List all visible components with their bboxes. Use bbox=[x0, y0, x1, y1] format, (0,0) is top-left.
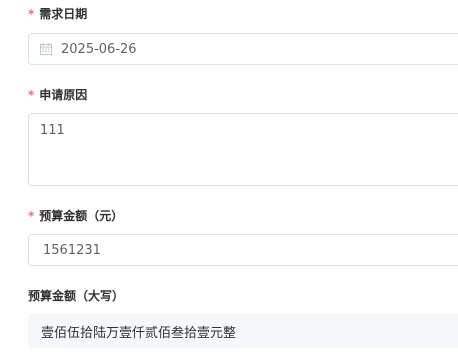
calendar-icon bbox=[40, 43, 52, 55]
required-mark: * bbox=[28, 209, 35, 223]
budget-amount-upper-field: 壹佰伍拾陆万壹仟贰佰叁拾壹元整 bbox=[28, 314, 458, 348]
required-mark: * bbox=[28, 88, 35, 102]
apply-reason-value: 111 bbox=[40, 123, 65, 138]
demand-date-label: * 需求日期 bbox=[28, 6, 87, 22]
budget-amount-label-text: 预算金额（元） bbox=[39, 209, 124, 223]
budget-amount-upper-value: 壹佰伍拾陆万壹仟贰佰叁拾壹元整 bbox=[41, 325, 237, 341]
apply-reason-label: * 申请原因 bbox=[28, 87, 87, 103]
demand-date-label-text: 需求日期 bbox=[39, 7, 88, 21]
budget-amount-value: 1561231 bbox=[43, 242, 101, 258]
demand-date-picker[interactable]: 2025-06-26 bbox=[28, 33, 458, 65]
apply-reason-textarea[interactable]: 111 bbox=[28, 113, 458, 186]
budget-amount-label: * 预算金额（元） bbox=[28, 208, 123, 224]
budget-amount-upper-label-text: 预算金额（大写） bbox=[28, 289, 125, 303]
budget-amount-upper-label: 预算金额（大写） bbox=[28, 288, 124, 304]
apply-reason-label-text: 申请原因 bbox=[39, 88, 88, 102]
required-mark: * bbox=[28, 7, 35, 21]
demand-date-value: 2025-06-26 bbox=[61, 41, 137, 57]
budget-amount-input[interactable]: 1561231 bbox=[28, 234, 458, 266]
